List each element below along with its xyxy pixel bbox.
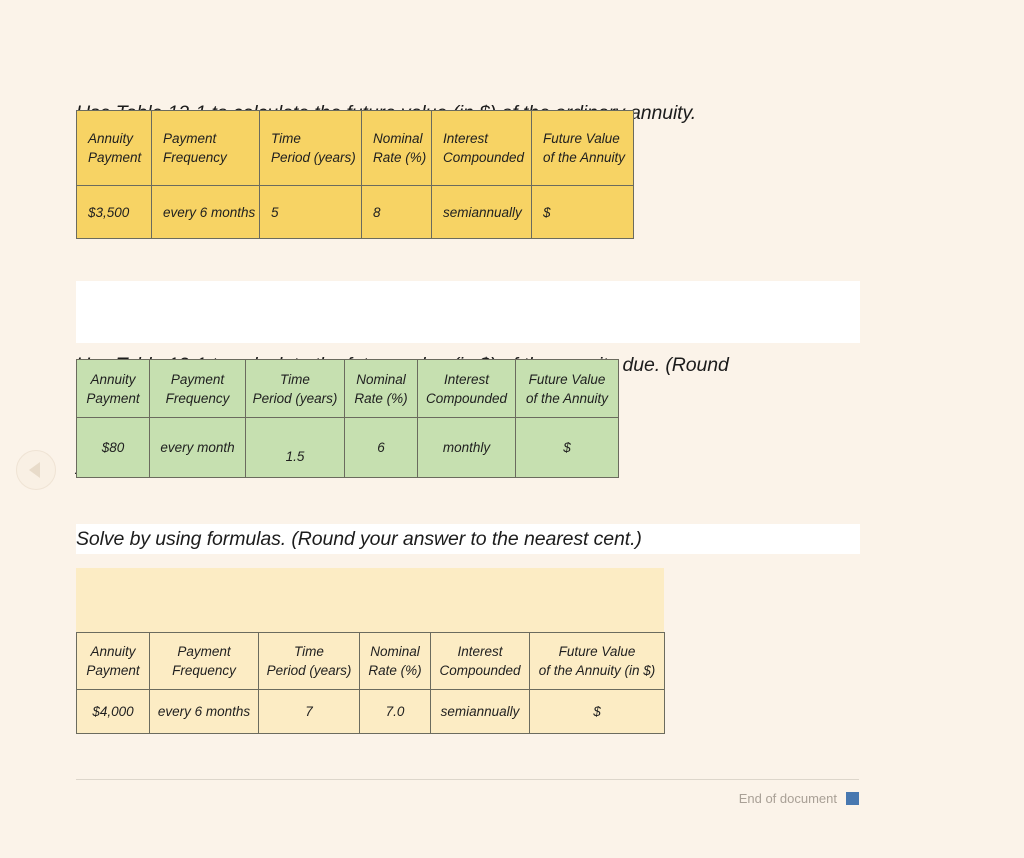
end-of-document-footer: End of document [600,791,859,806]
column-header-future-value: Future Value of the Annuity [515,359,619,418]
column-header-annuity-payment: Annuity Payment [76,632,150,690]
column-header-payment-frequency: Payment Frequency [149,632,259,690]
cell-annuity-payment: $4,000 [76,689,150,734]
cell-future-value-answer[interactable]: $ [529,689,665,734]
column-header-time-period: Time Period (years) [258,632,360,690]
end-of-document-label: End of document [738,791,837,806]
column-header-time-period: Time Period (years) [245,359,345,418]
cell-interest-compounded: semiannually [431,185,532,239]
triangle-left-icon [29,462,40,478]
cell-future-value-answer[interactable]: $ [515,417,619,478]
column-header-nominal-rate: Nominal Rate (%) [359,632,431,690]
table-header-row: Annuity Payment Payment Frequency Time Peri… [76,632,665,690]
document-page: Use Table 12-1 to calculate the future v… [0,0,1024,858]
cell-nominal-rate: 8 [361,185,432,239]
column-header-time-period: Time Period (years) [259,110,362,186]
table-row: $3,500 every 6 months 5 8 semiannually $ [76,185,634,239]
table-header-row: Annuity Payment Payment Frequency Time Peri… [76,110,634,186]
column-header-future-value: Future Value of the Annuity [531,110,634,186]
question-2-table: Annuity Payment Payment Frequency Time Peri… [76,359,619,478]
question-1-table: Annuity Payment Payment Frequency Time Peri… [76,110,634,239]
column-header-payment-frequency: Payment Frequency [149,359,246,418]
cell-annuity-payment: $80 [76,417,150,478]
cell-annuity-payment: $3,500 [76,185,152,239]
column-header-payment-frequency: Payment Frequency [151,110,260,186]
table-header-row: Annuity Payment Payment Frequency Time Peri… [76,359,619,418]
footer-divider [76,779,859,780]
column-header-nominal-rate: Nominal Rate (%) [344,359,418,418]
column-header-future-value: Future Value of the Annuity (in $) [529,632,665,690]
column-header-annuity-payment: Annuity Payment [76,359,150,418]
cell-payment-frequency: every 6 months [151,185,260,239]
cell-payment-frequency: every month [149,417,246,478]
column-header-annuity-payment: Annuity Payment [76,110,152,186]
blue-square-icon [846,792,859,805]
question-3-table: Annuity Payment Payment Frequency Time Peri… [76,632,665,734]
cell-nominal-rate: 7.0 [359,689,431,734]
cell-interest-compounded: monthly [417,417,516,478]
cell-time-period: 5 [259,185,362,239]
column-header-interest-compounded: Interest Compounded [430,632,530,690]
cell-interest-compounded: semiannually [430,689,530,734]
cell-future-value-answer[interactable]: $ [531,185,634,239]
column-header-interest-compounded: Interest Compounded [431,110,532,186]
cell-payment-frequency: every 6 months [149,689,259,734]
column-header-interest-compounded: Interest Compounded [417,359,516,418]
cell-nominal-rate: 6 [344,417,418,478]
question-3-prompt: Solve by using formulas. (Round your ans… [76,528,642,550]
cell-time-period: 7 [258,689,360,734]
table-row: $80 every month 1.5 6 monthly $ [76,417,619,478]
question-3-table-banner [76,568,664,632]
table-row: $4,000 every 6 months 7 7.0 semiannually… [76,689,665,734]
previous-page-button[interactable] [16,450,56,490]
cell-time-period: 1.5 [245,417,345,478]
column-header-nominal-rate: Nominal Rate (%) [361,110,432,186]
